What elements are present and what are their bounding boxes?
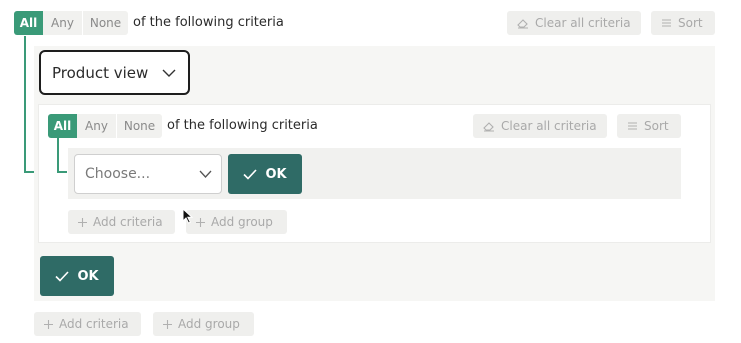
inner-connector-rail: [57, 137, 59, 173]
outer-add-criteria-label: Add criteria: [59, 317, 129, 331]
inner-clear-all-label: Clear all criteria: [501, 119, 597, 133]
outer-sort-label: Sort: [678, 16, 703, 30]
plus-icon: [196, 217, 205, 227]
field-select-value: Product view: [52, 63, 149, 82]
criterion-choose-select[interactable]: Choose...: [74, 154, 222, 194]
eraser-icon: [517, 19, 528, 29]
plus-icon: [78, 217, 87, 227]
check-icon: [55, 270, 70, 282]
outer-criteria-text: of the following criteria: [133, 15, 284, 30]
inner-add-criteria-button[interactable]: Add criteria: [68, 210, 175, 234]
inner-clear-all-button[interactable]: Clear all criteria: [473, 114, 607, 138]
outer-add-group-label: Add group: [178, 317, 240, 331]
inner-add-group-button[interactable]: Add group: [186, 210, 287, 234]
outer-sort-button[interactable]: Sort: [651, 11, 715, 35]
inner-criteria-text: of the following criteria: [167, 118, 318, 133]
inner-sort-button[interactable]: Sort: [617, 114, 681, 138]
sort-lines-icon: [662, 19, 671, 27]
check-icon: [243, 168, 258, 180]
plus-icon: [44, 319, 53, 329]
inner-connector-stub: [57, 171, 67, 173]
inner-sort-label: Sort: [644, 119, 669, 133]
outer-connector-rail: [24, 36, 26, 173]
inner-add-group-label: Add group: [211, 215, 273, 229]
group-ok-label: OK: [77, 268, 99, 284]
criterion-ok-button[interactable]: OK: [228, 154, 302, 194]
outer-add-criteria-button[interactable]: Add criteria: [34, 312, 141, 336]
inner-match-any[interactable]: Any: [77, 114, 116, 138]
group-ok-button[interactable]: OK: [40, 256, 114, 296]
criterion-choose-placeholder: Choose...: [85, 166, 151, 182]
inner-match-toggle: All Any None: [48, 114, 162, 138]
outer-match-any[interactable]: Any: [43, 11, 82, 35]
chevron-down-icon: [162, 69, 176, 77]
outer-add-group-button[interactable]: Add group: [153, 312, 254, 336]
eraser-icon: [483, 122, 494, 132]
inner-match-all[interactable]: All: [48, 114, 77, 138]
sort-lines-icon: [628, 122, 637, 130]
outer-clear-all-label: Clear all criteria: [535, 16, 631, 30]
outer-match-all[interactable]: All: [14, 11, 43, 35]
mouse-cursor-icon: [182, 208, 193, 224]
criterion-ok-label: OK: [265, 166, 287, 182]
inner-match-none[interactable]: None: [116, 114, 162, 138]
inner-add-criteria-label: Add criteria: [93, 215, 163, 229]
outer-clear-all-button[interactable]: Clear all criteria: [507, 11, 641, 35]
chevron-down-icon: [199, 170, 212, 178]
outer-match-none[interactable]: None: [82, 11, 128, 35]
outer-match-toggle: All Any None: [14, 11, 128, 35]
plus-icon: [163, 319, 172, 329]
field-select[interactable]: Product view: [39, 50, 190, 95]
